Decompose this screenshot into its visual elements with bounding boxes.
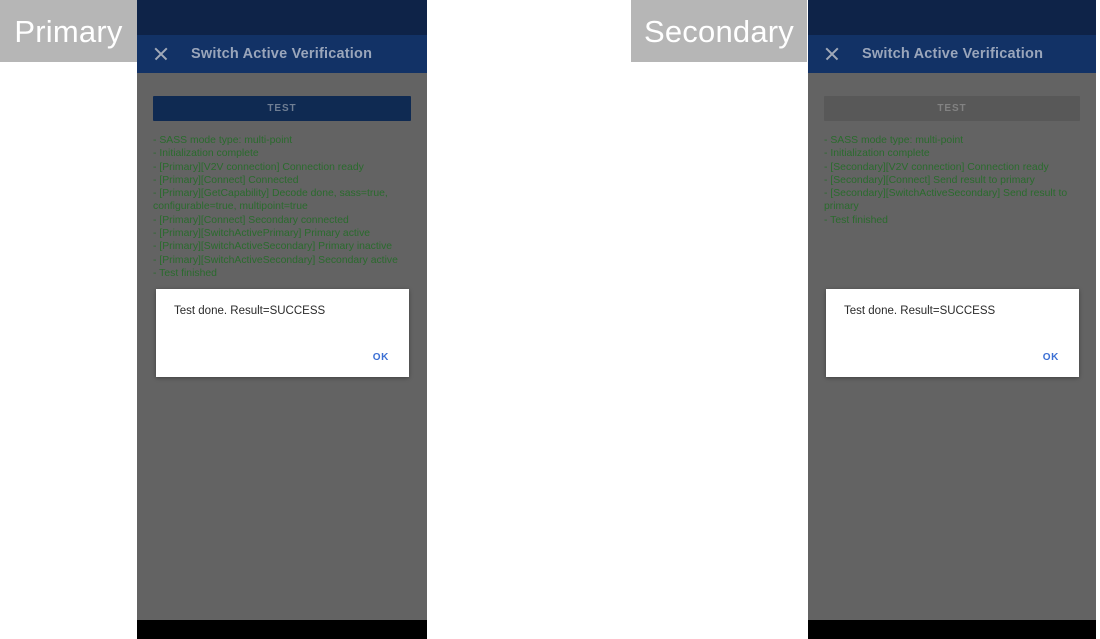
nav-bar-primary — [137, 620, 427, 639]
app-bar-title-secondary: Switch Active Verification — [862, 46, 1044, 62]
log-line: - [Primary][Connect] Connected — [153, 174, 299, 186]
log-line: - Initialization complete — [824, 148, 930, 160]
role-label-secondary: Secondary — [631, 0, 807, 62]
app-bar-primary: Switch Active Verification — [137, 35, 427, 73]
log-line: - [Primary][Connect] Secondary connected — [153, 214, 349, 226]
dialog-message-secondary: Test done. Result=SUCCESS — [844, 305, 996, 317]
dialog-ok-button-primary[interactable]: OK — [367, 348, 395, 367]
dialog-message-primary: Test done. Result=SUCCESS — [174, 305, 326, 317]
log-line: - SASS mode type: multi-point — [153, 135, 293, 146]
role-label-primary: Primary — [0, 0, 137, 62]
log-line: - [Primary][V2V connection] Connection r… — [153, 161, 364, 173]
nav-bar-secondary — [808, 620, 1096, 639]
test-button-secondary: TEST — [824, 96, 1080, 121]
log-line: - Initialization complete — [153, 148, 259, 160]
log-line: - [Primary][SwitchActiveSecondary] Secon… — [153, 254, 398, 266]
log-line: - Test finished — [824, 214, 888, 226]
dialog-ok-button-secondary[interactable]: OK — [1037, 348, 1065, 367]
status-bar-primary — [137, 0, 427, 35]
log-line: - [Secondary][SwitchActiveSecondary] Sen… — [824, 188, 1071, 213]
app-bar-title-primary: Switch Active Verification — [191, 46, 373, 62]
close-icon[interactable] — [151, 44, 171, 64]
screen-body-primary: TEST - SASS mode type: multi-point - Init… — [137, 96, 427, 280]
log-line: - Test finished — [153, 267, 217, 279]
log-line: - [Secondary][V2V connection] Connection… — [824, 161, 1049, 173]
log-line: - [Primary][GetCapability] Decode done, … — [153, 188, 391, 213]
dialog-actions-primary: OK — [367, 347, 395, 367]
log-line: - [Primary][SwitchActivePrimary] Primary… — [153, 228, 371, 240]
dialog-actions-secondary: OK — [1037, 347, 1065, 367]
log-output-secondary: - SASS mode type: multi-point - Initializ… — [824, 134, 1080, 227]
log-output-primary: - SASS mode type: multi-point - Initializ… — [153, 134, 411, 280]
role-label-secondary-text: Secondary — [643, 13, 794, 49]
role-label-primary-text: Primary — [14, 13, 123, 49]
app-bar-secondary: Switch Active Verification — [808, 35, 1096, 73]
log-line: - [Secondary][Connect] Send result to pr… — [824, 174, 1035, 186]
log-line: - [Primary][SwitchActiveSecondary] Prima… — [153, 241, 393, 253]
test-button-primary[interactable]: TEST — [153, 96, 411, 121]
status-bar-secondary — [808, 0, 1096, 35]
alert-dialog-secondary: Test done. Result=SUCCESS OK — [826, 289, 1079, 377]
log-line: - SASS mode type: multi-point — [824, 135, 964, 146]
close-icon[interactable] — [822, 44, 842, 64]
screen-body-secondary: TEST - SASS mode type: multi-point - Init… — [808, 96, 1096, 227]
alert-dialog-primary: Test done. Result=SUCCESS OK — [156, 289, 409, 377]
